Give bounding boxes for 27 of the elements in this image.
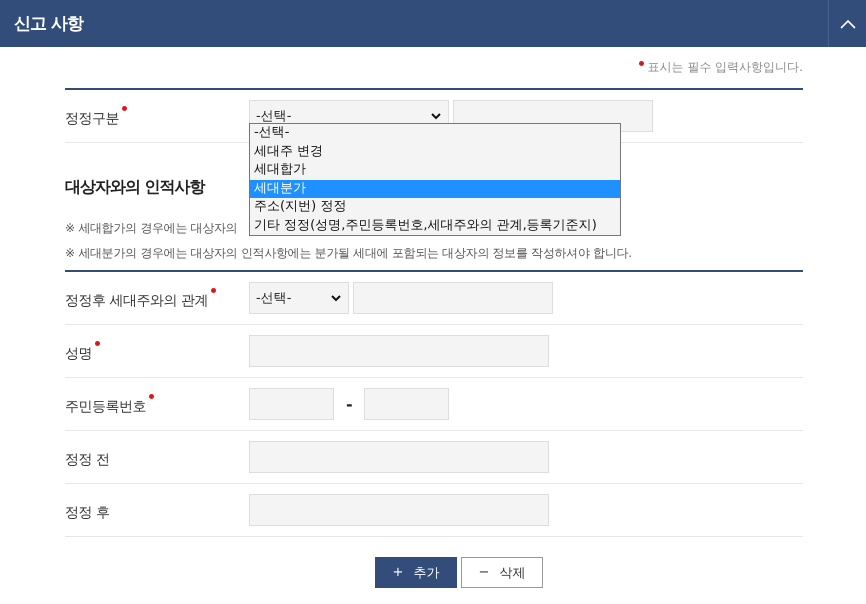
field-label: 정정구분 — [65, 110, 119, 128]
required-note: 표시는 필수 입력사항입니다. — [648, 59, 803, 76]
input-field[interactable] — [249, 388, 334, 420]
field-label: 정정후 세대주와의 관계 — [65, 292, 208, 310]
note-text: ※ 세대합가의 경우에는 대상자의 — [65, 220, 238, 237]
note-text: ※ 세대분가의 경우에는 대상자의 인적사항에는 분가될 세대에 포함되는 대상자의 정보를 작성하셔야 합니다. — [65, 245, 632, 262]
field-label: 성명 — [65, 345, 92, 363]
dropdown-option[interactable]: 세대합가 — [250, 161, 620, 180]
input-field[interactable] — [364, 388, 449, 420]
dropdown-option[interactable]: 주소(지번) 정정 — [250, 198, 620, 216]
input-field[interactable] — [353, 282, 553, 314]
add-button[interactable]: + 추가 — [375, 557, 457, 588]
dropdown-option[interactable]: 기타 정정(성명,주민등록번호,세대주와의 관계,등록기준지) — [250, 216, 620, 235]
section-heading: 대상자와의 인적사항 — [65, 177, 205, 198]
section-title: 신고 사항 — [13, 13, 83, 35]
chevron-up-icon — [840, 18, 856, 28]
input-field[interactable] — [249, 335, 549, 367]
input-field[interactable] — [249, 441, 549, 473]
dropdown-option[interactable]: 세대주 변경 — [250, 142, 620, 161]
field-label: 정정 후 — [65, 504, 110, 522]
field-label: 정정 전 — [65, 451, 110, 469]
field-label: 주민등록번호 — [65, 398, 146, 416]
delete-button[interactable]: − 삭제 — [461, 557, 543, 588]
separator-text: - — [346, 394, 353, 414]
select-field[interactable]: -선택- — [249, 282, 349, 314]
input-field[interactable] — [249, 494, 549, 526]
required-dot — [638, 61, 644, 66]
